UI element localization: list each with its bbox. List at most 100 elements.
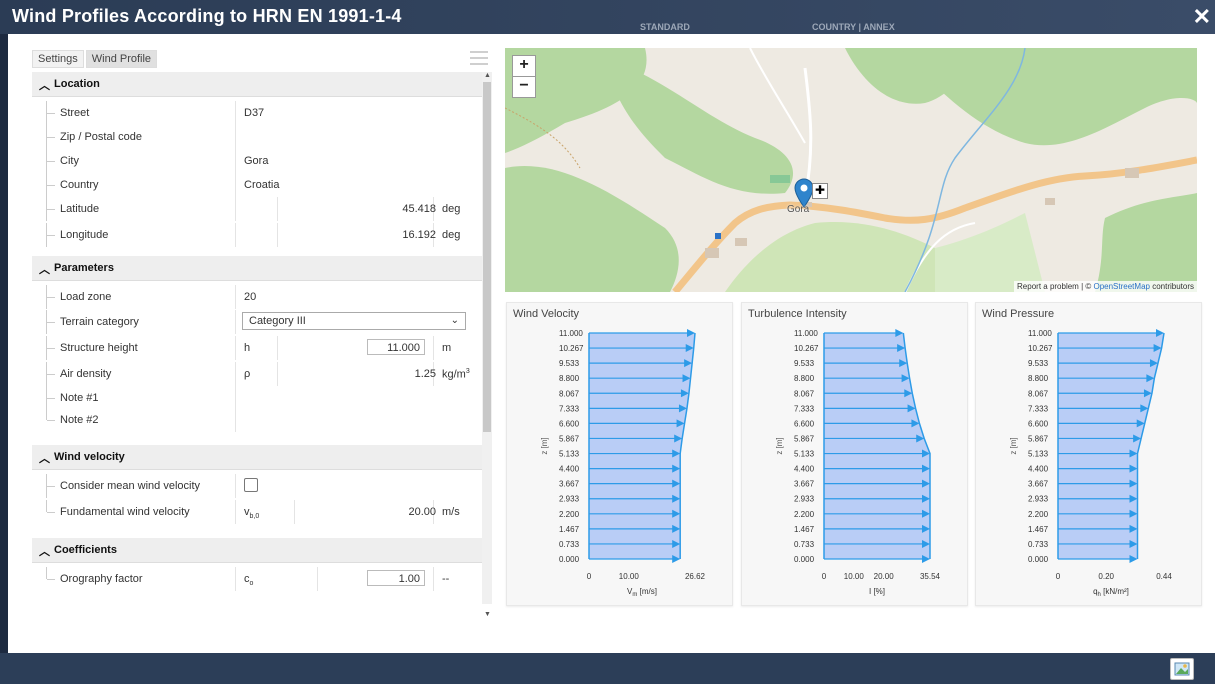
y-tick-label: 4.400 (1028, 465, 1049, 474)
street-value[interactable]: D37 (244, 107, 264, 119)
y-tick-label: 11.000 (1028, 329, 1052, 338)
load-zone-value[interactable]: 20 (244, 291, 256, 303)
row-zip: Zip / Postal code (32, 125, 482, 149)
tab-bar: Settings Wind Profile (32, 50, 158, 68)
y-tick-label: 2.933 (1028, 495, 1049, 504)
longitude-label: Longitude (60, 229, 109, 241)
fundamental-velocity-label: Fundamental wind velocity (60, 506, 190, 518)
height-input[interactable]: 11.000 (367, 339, 425, 355)
window-title: Wind Profiles According to HRN EN 1991-1… (12, 6, 402, 26)
y-tick-label: 4.400 (559, 465, 580, 474)
terrain-label: Terrain category (60, 316, 139, 328)
note-1-label: Note #1 (60, 392, 99, 404)
terrain-select[interactable]: Category III ⌄ (242, 312, 466, 330)
profile-area (1058, 333, 1164, 559)
y-tick-label: 0.000 (559, 555, 580, 564)
x-tick-label: 26.62 (685, 572, 706, 581)
x-tick-label: 0 (822, 572, 827, 581)
fundamental-velocity-unit: m/s (442, 506, 460, 518)
latitude-value[interactable]: 45.418 (402, 203, 436, 215)
image-export-icon[interactable] (1170, 658, 1194, 680)
city-value[interactable]: Gora (244, 155, 268, 167)
y-tick-label: 5.867 (1028, 434, 1049, 443)
move-cursor-icon: ✚ (812, 183, 828, 199)
y-tick-label: 9.533 (1028, 359, 1049, 368)
longitude-value[interactable]: 16.192 (402, 229, 436, 241)
x-tick-label: 35.54 (920, 572, 941, 581)
scrollbar-thumb[interactable] (483, 82, 491, 432)
tab-wind-profile[interactable]: Wind Profile (85, 50, 158, 68)
mean-velocity-checkbox[interactable] (244, 478, 258, 492)
x-tick-label: 20.00 (874, 572, 895, 581)
orography-input[interactable]: 1.00 (367, 570, 425, 586)
country-label: Country (60, 179, 99, 191)
scroll-up-icon[interactable]: ▲ (484, 72, 491, 79)
section-parameters-header[interactable]: ︿ Parameters (32, 256, 482, 281)
country-value[interactable]: Croatia (244, 179, 279, 191)
row-load-zone: Load zone 20 (32, 285, 482, 309)
row-note-2: Note #2 (32, 408, 482, 432)
x-tick-label: 0.44 (1156, 572, 1172, 581)
air-density-value[interactable]: 1.25 (415, 368, 436, 380)
section-location-header[interactable]: ︿ Location (32, 72, 482, 97)
y-tick-label: 7.333 (559, 404, 580, 413)
x-tick-label: 0.20 (1098, 572, 1114, 581)
fundamental-velocity-value[interactable]: 20.00 (408, 506, 436, 518)
y-tick-label: 5.133 (794, 450, 815, 459)
orography-symbol: co (244, 573, 254, 588)
y-tick-label: 10.267 (559, 344, 584, 353)
profile-area (824, 333, 930, 559)
map-attribution: Report a problem | © OpenStreetMap contr… (1014, 281, 1197, 292)
zoom-in-button[interactable]: + (512, 55, 536, 77)
row-country: Country Croatia (32, 173, 482, 197)
panel-scrollbar[interactable]: ▲ ▼ (482, 72, 492, 618)
y-tick-label: 5.867 (794, 434, 815, 443)
scroll-down-icon[interactable]: ▼ (484, 611, 491, 618)
y-axis-label: z [m] (540, 437, 549, 454)
orography-unit: -- (442, 573, 450, 585)
street-label: Street (60, 107, 90, 119)
x-tick-label: 10.00 (844, 572, 865, 581)
y-tick-label: 10.267 (794, 344, 819, 353)
row-city: City Gora (32, 149, 482, 173)
openstreetmap-link[interactable]: OpenStreetMap (1093, 282, 1149, 291)
y-tick-label: 0.733 (794, 540, 815, 549)
chevron-up-icon: ︿ (39, 264, 50, 276)
menu-icon[interactable] (470, 51, 488, 67)
y-tick-label: 7.333 (794, 404, 815, 413)
x-axis-label: Vm [m/s] (627, 587, 657, 598)
latitude-label: Latitude (60, 203, 100, 215)
settings-panel: ︿ Location Street D37 Zip / Postal code … (32, 72, 482, 612)
location-map[interactable]: + − ✚ Gora Report a problem | © OpenStre… (505, 48, 1197, 292)
y-tick-label: 5.133 (559, 450, 580, 459)
row-note-1: Note #1 (32, 386, 482, 410)
y-tick-label: 1.467 (794, 525, 815, 534)
section-wind-velocity-header[interactable]: ︿ Wind velocity (32, 445, 482, 470)
zip-label: Zip / Postal code (60, 131, 142, 143)
y-tick-label: 2.200 (559, 510, 580, 519)
zoom-out-button[interactable]: − (512, 76, 536, 98)
row-terrain: Terrain category Category III ⌄ (32, 310, 482, 334)
air-density-unit: kg/m3 (442, 368, 470, 381)
longitude-unit: deg (442, 229, 461, 241)
chart-wind-velocity: Wind Velocity 0.000 0.733 1.467 2.200 2.933 3… (506, 302, 733, 606)
air-density-label: Air density (60, 368, 112, 380)
chart-plot: 0.000 0.733 1.467 2.200 2.933 3.667 4.400 5.133… (1009, 329, 1172, 598)
y-tick-label: 8.067 (794, 389, 815, 398)
section-label: Location (54, 78, 100, 90)
close-icon[interactable]: ✕ (1193, 4, 1211, 30)
title-bar: Wind Profiles According to HRN EN 1991-1… (0, 0, 1215, 34)
tab-settings[interactable]: Settings (32, 50, 84, 68)
row-mean-velocity: Consider mean wind velocity (32, 474, 482, 498)
height-label: Structure height (60, 342, 138, 354)
y-tick-label: 11.000 (559, 329, 583, 338)
terrain-selected-value: Category III (249, 315, 306, 327)
y-tick-label: 3.667 (559, 480, 580, 489)
section-coefficients-header[interactable]: ︿ Coefficients (32, 538, 482, 563)
load-zone-label: Load zone (60, 291, 112, 303)
y-tick-label: 8.067 (559, 389, 580, 398)
map-tiles (505, 48, 1197, 292)
chart-wind-pressure: Wind Pressure 0.000 0.733 1.467 2.200 2.933 3… (975, 302, 1202, 606)
chart-turbulence-intensity: Turbulence Intensity 0.000 0.733 1.467 2.20… (741, 302, 968, 606)
y-tick-label: 8.800 (1028, 374, 1049, 383)
